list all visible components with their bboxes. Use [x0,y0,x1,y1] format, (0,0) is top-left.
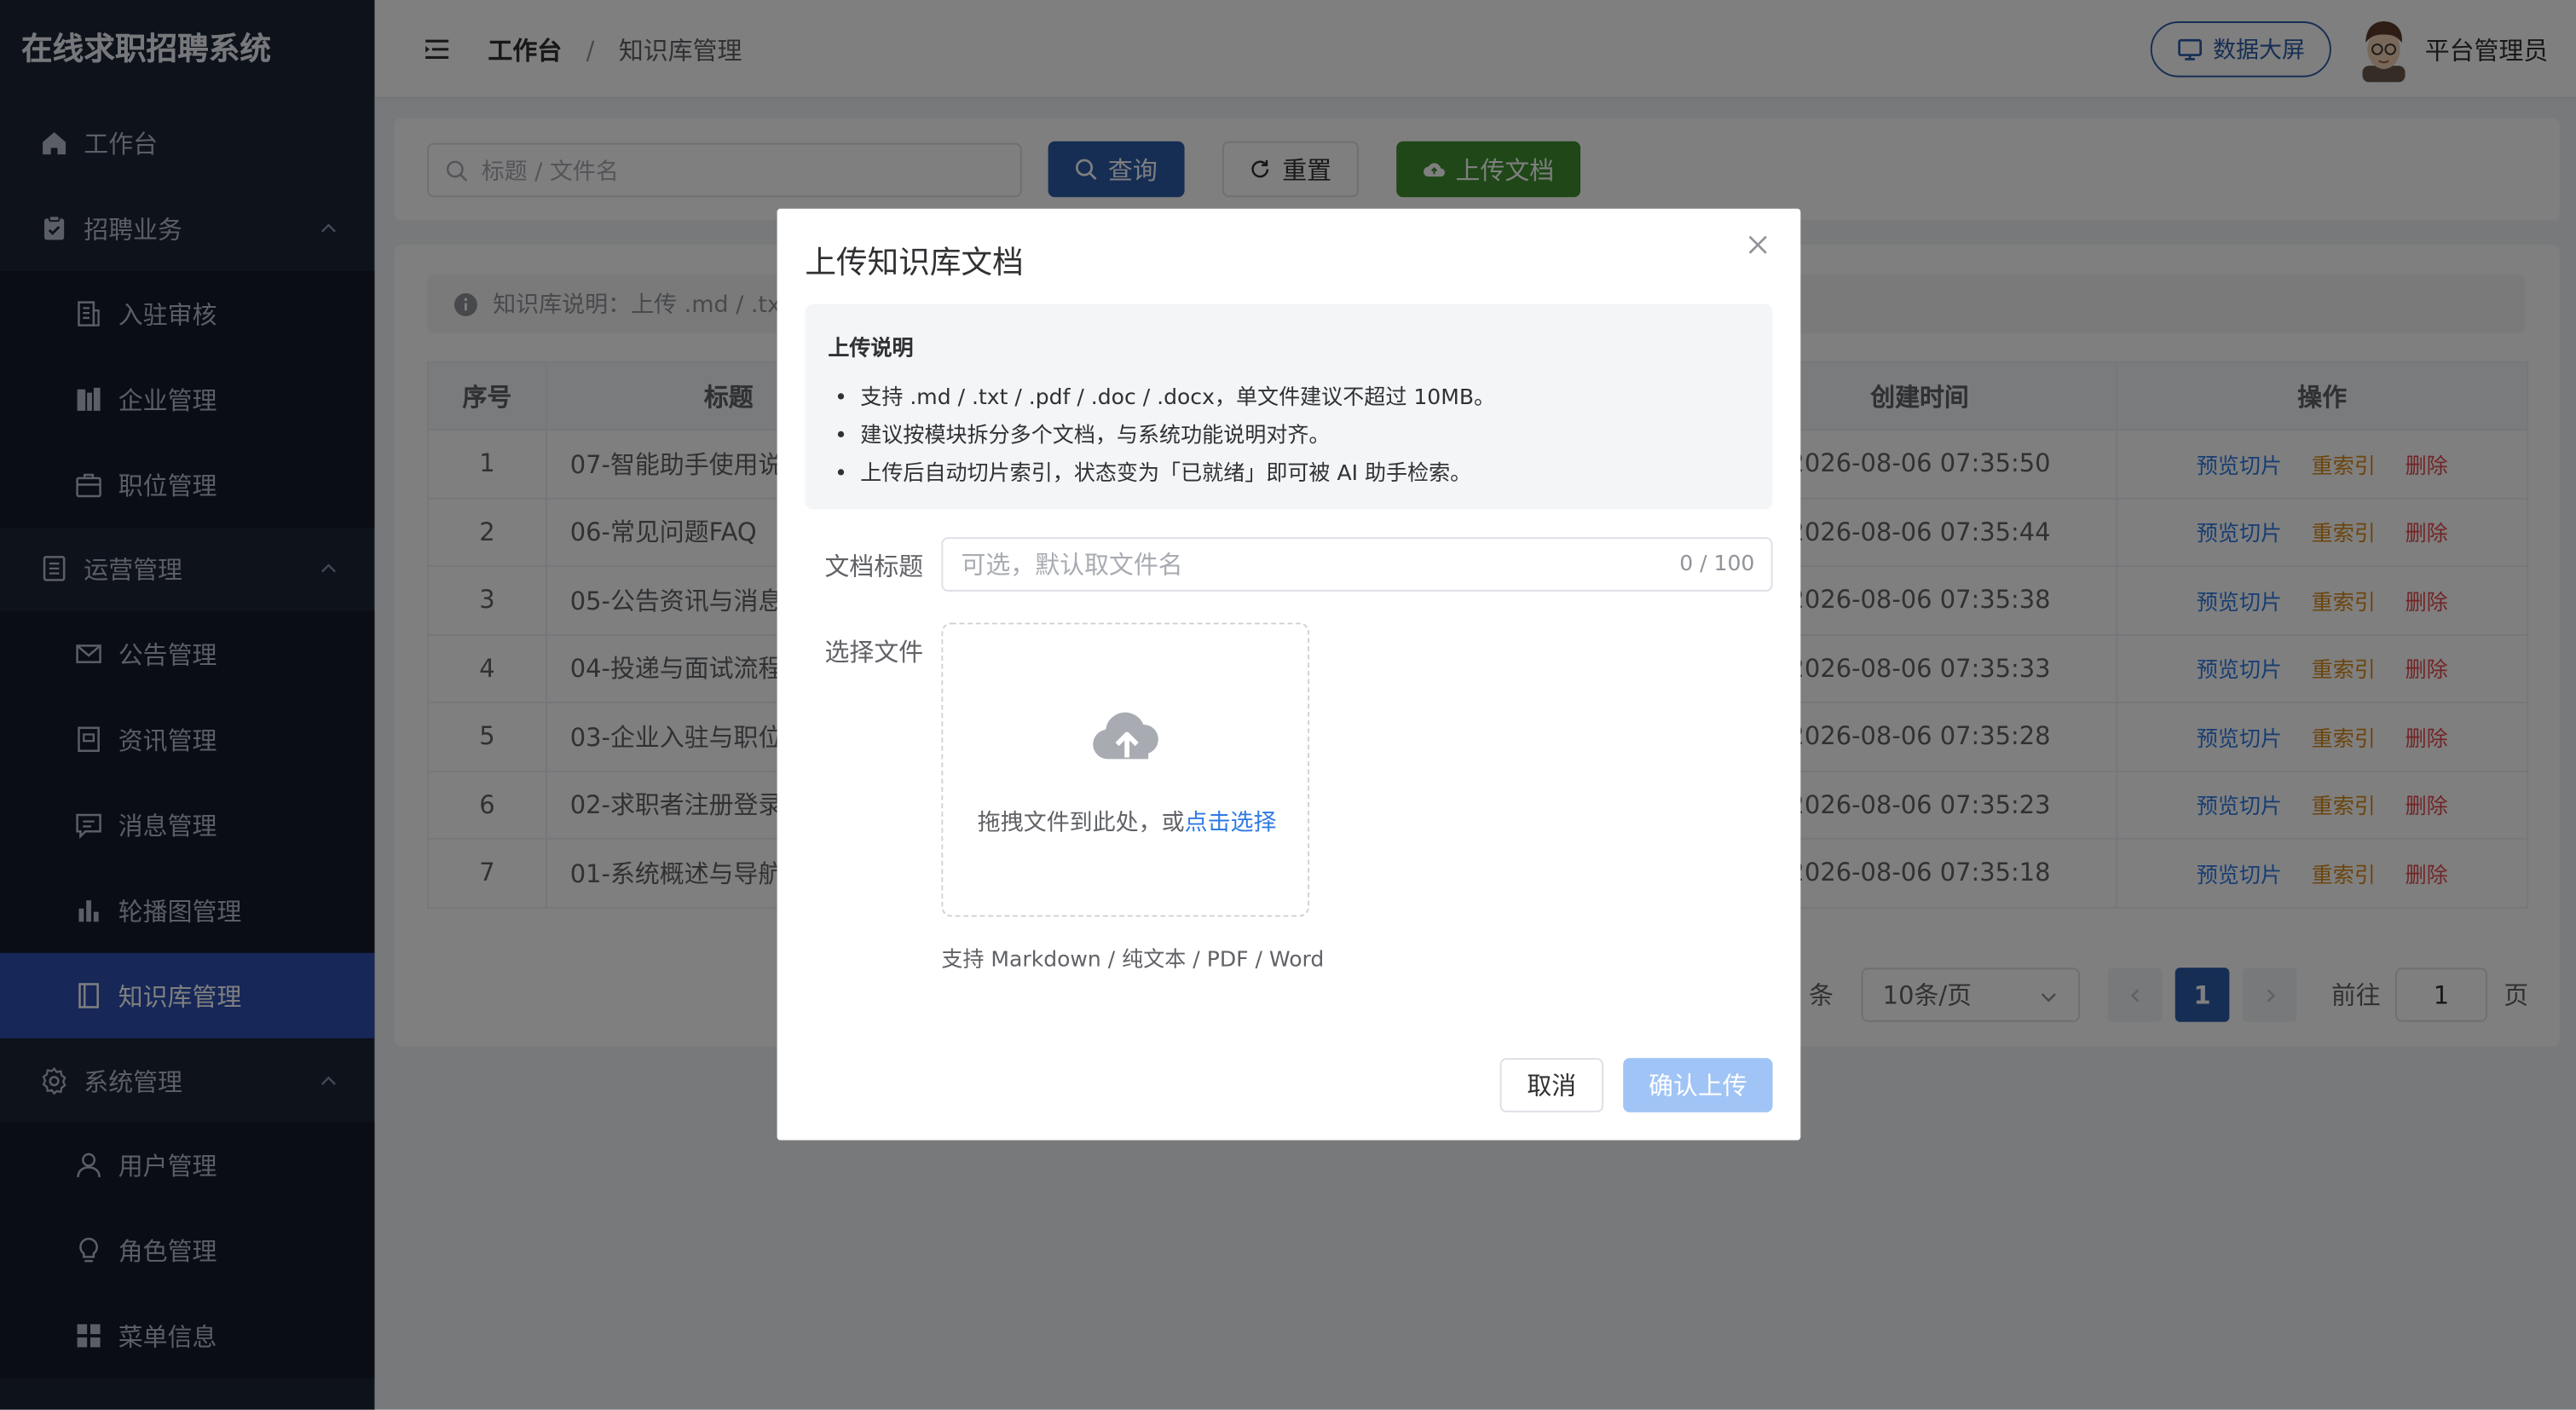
char-counter: 0 / 100 [1679,552,1755,577]
app-root: 工作台 / 知识库管理 数据大屏 平台管理员 标题 / 文件名 查询 重置 上传 [0,0,2576,1410]
click-select-link[interactable]: 点击选择 [1185,810,1277,836]
upload-instructions: 上传说明 支持 .md / .txt / .pdf / .doc / .docx… [805,303,1773,510]
file-dropzone[interactable]: 拖拽文件到此处，或点击选择 [941,622,1311,917]
confirm-upload-button[interactable]: 确认上传 [1623,1058,1773,1112]
instruction-item: 建议按模块拆分多个文档，与系统功能说明对齐。 [835,418,1330,448]
cloud-upload-icon [1093,712,1158,760]
cancel-button[interactable]: 取消 [1499,1058,1604,1112]
doc-title-placeholder: 可选，默认取文件名 [961,550,1183,581]
dialog-title: 上传知识库文档 [805,245,1024,281]
close-icon[interactable] [1747,234,1770,257]
instructions-title: 上传说明 [828,337,914,362]
drop-hint: 拖拽文件到此处，或 [977,810,1185,836]
file-type-tip: 支持 Markdown / 纯文本 / PDF / Word [941,948,1325,973]
instruction-item: 上传后自动切片索引，状态变为「已就绪」即可被 AI 助手检索。 [835,455,1471,487]
doc-title-input[interactable]: 可选，默认取文件名 0 / 100 [941,537,1773,592]
upload-dialog: 上传知识库文档 上传说明 支持 .md / .txt / .pdf / .doc… [777,208,1801,1141]
doc-title-label: 文档标题 [824,552,924,582]
dropzone-text: 拖拽文件到此处，或点击选择 [943,805,1311,838]
instruction-item: 支持 .md / .txt / .pdf / .doc / .docx，单文件建… [835,379,1495,411]
select-file-label: 选择文件 [824,637,924,667]
